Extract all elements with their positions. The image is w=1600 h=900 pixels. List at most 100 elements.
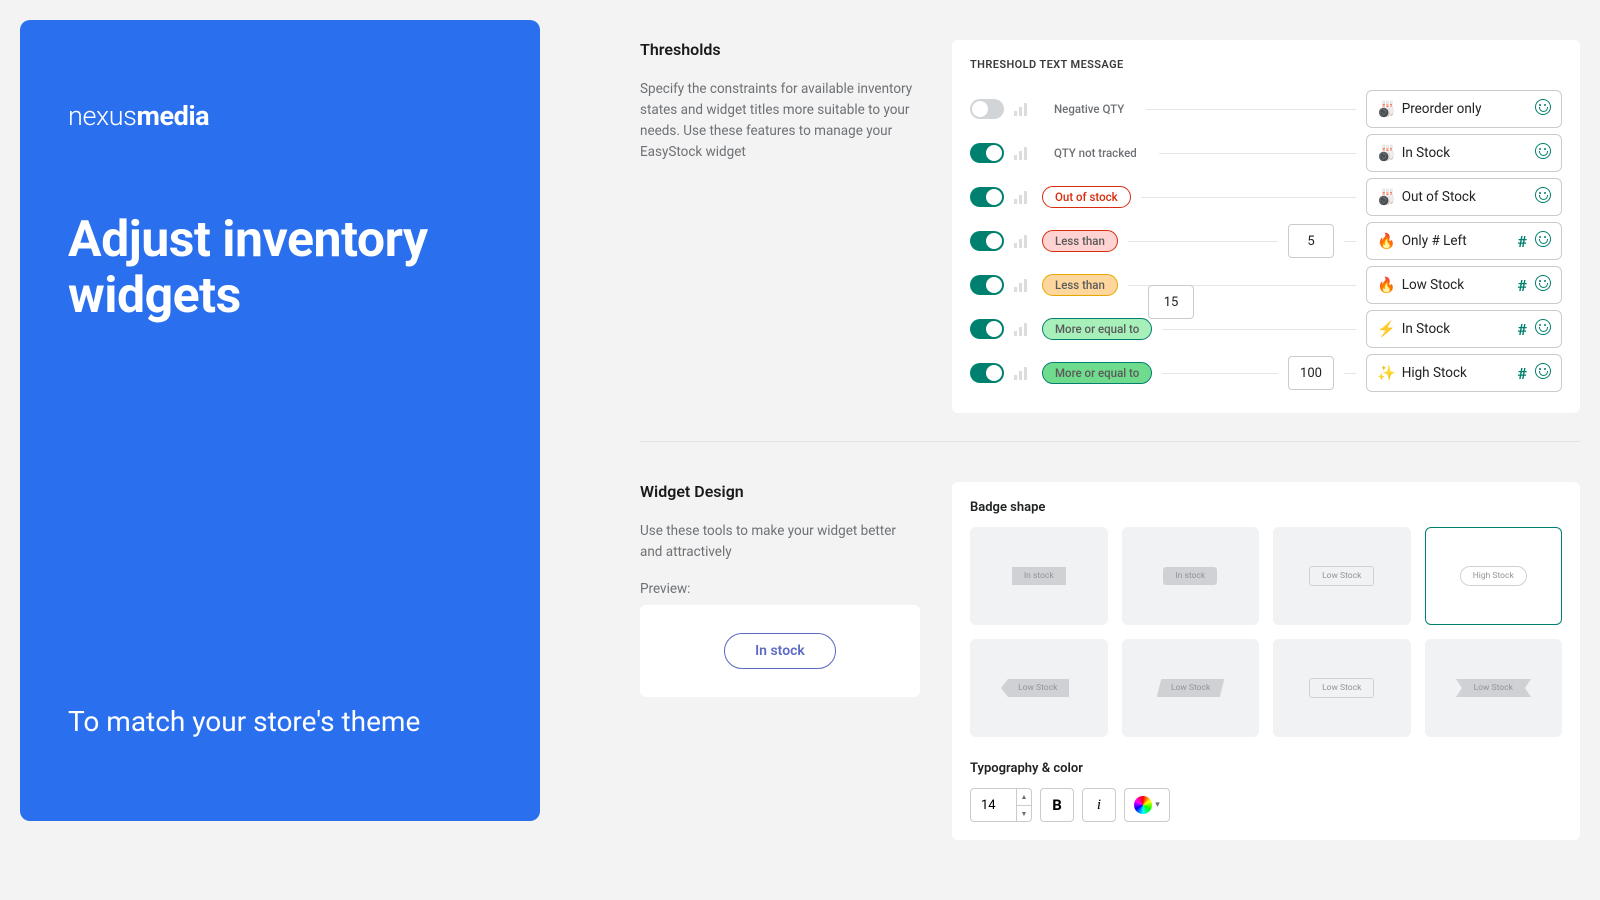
message-emoji-icon: 🎳: [1377, 144, 1396, 162]
design-heading: Widget Design: [640, 482, 920, 501]
message-text: Preorder only: [1402, 101, 1529, 117]
threshold-toggle[interactable]: [970, 231, 1004, 251]
hero-title: Adjust inventory widgets: [68, 212, 492, 324]
bar-chart-icon: [1014, 366, 1032, 380]
badge-shape-option[interactable]: Low Stock: [1273, 527, 1411, 625]
bar-chart-icon: [1014, 146, 1032, 160]
connector-line: [1141, 197, 1356, 198]
badge-shape-option[interactable]: In stock: [970, 527, 1108, 625]
message-input[interactable]: ⚡ In Stock #: [1366, 310, 1562, 348]
message-input[interactable]: 🎳 Out of Stock: [1366, 178, 1562, 216]
threshold-row: Less than5🔥Only # Left#: [970, 219, 1562, 263]
badge-shape-option[interactable]: Low Stock: [1425, 639, 1563, 737]
connector-line: [1159, 153, 1356, 154]
emoji-picker-button[interactable]: [1535, 187, 1551, 207]
preview-box: In stock: [640, 605, 920, 697]
badge-shape-option[interactable]: Low Stock: [1273, 639, 1411, 737]
message-emoji-icon: ⚡: [1377, 320, 1396, 338]
threshold-toggle[interactable]: [970, 319, 1004, 339]
shape-sample: High Stock: [1460, 566, 1527, 586]
condition-tag: Out of stock: [1042, 186, 1131, 208]
hero-panel: nexusmedia Adjust inventory widgets To m…: [20, 20, 540, 821]
message-text: In Stock: [1402, 145, 1529, 161]
thresholds-heading: Thresholds: [640, 40, 920, 59]
condition-tag: More or equal to: [1042, 318, 1152, 340]
message-text: Out of Stock: [1402, 189, 1529, 205]
shape-sample: Low Stock: [1309, 566, 1374, 586]
message-text: In Stock: [1402, 321, 1512, 337]
font-size-up[interactable]: ▲: [1017, 788, 1031, 805]
emoji-picker-button[interactable]: [1535, 275, 1551, 295]
thresholds-card: THRESHOLD TEXT MESSAGE Negative QTY🎳Preo…: [952, 40, 1580, 413]
shape-sample: Low Stock: [1156, 679, 1224, 697]
emoji-picker-button[interactable]: [1535, 231, 1551, 251]
badge-shape-option[interactable]: In stock: [1122, 527, 1260, 625]
color-wheel-icon: [1134, 796, 1152, 814]
threshold-row: Out of stock 🎳 Out of Stock: [970, 175, 1562, 219]
emoji-picker-button[interactable]: [1535, 99, 1551, 119]
condition-tag: Negative QTY: [1042, 99, 1136, 119]
shape-sample: Low Stock: [1008, 679, 1069, 697]
thresholds-desc: Specify the constraints for available in…: [640, 79, 920, 163]
connector-line: [1162, 329, 1356, 330]
connector-line: [1162, 373, 1278, 374]
preview-badge: In stock: [724, 633, 836, 669]
insert-count-button[interactable]: #: [1518, 320, 1527, 339]
threshold-row: Negative QTY 🎳 Preorder only: [970, 87, 1562, 131]
badge-shape-title: Badge shape: [970, 500, 1562, 515]
emoji-picker-button[interactable]: [1535, 363, 1551, 383]
bar-chart-icon: [1014, 190, 1032, 204]
message-text: Only # Left: [1402, 233, 1512, 249]
shape-sample: In stock: [1012, 567, 1066, 585]
message-emoji-icon: ✨: [1377, 364, 1396, 382]
shape-sample: Low Stock: [1309, 678, 1374, 698]
threshold-row: More or equal to ⚡ In Stock #: [970, 307, 1562, 351]
message-input[interactable]: 🔥Only # Left#: [1366, 222, 1562, 260]
bar-chart-icon: [1014, 102, 1032, 116]
badge-shape-option[interactable]: High Stock: [1425, 527, 1563, 625]
typography-title: Typography & color: [970, 761, 1562, 776]
insert-count-button[interactable]: #: [1518, 364, 1527, 383]
threshold-value-input[interactable]: 100: [1288, 356, 1334, 390]
message-text: Low Stock: [1402, 277, 1512, 293]
insert-count-button[interactable]: #: [1518, 276, 1527, 295]
design-card: Badge shape In stock In stock Low Stock Hig…: [952, 482, 1580, 840]
message-input[interactable]: 🔥Low Stock#: [1366, 266, 1562, 304]
threshold-toggle[interactable]: [970, 363, 1004, 383]
design-desc: Use these tools to make your widget bett…: [640, 521, 920, 563]
condition-tag: More or equal to: [1042, 362, 1152, 384]
threshold-value-input[interactable]: 15: [1148, 285, 1194, 319]
bold-button[interactable]: B: [1040, 788, 1074, 822]
font-size-down[interactable]: ▼: [1017, 805, 1031, 822]
condition-tag: Less than: [1042, 230, 1118, 252]
bar-chart-icon: [1014, 234, 1032, 248]
preview-label: Preview:: [640, 581, 920, 597]
italic-button[interactable]: i: [1082, 788, 1116, 822]
emoji-picker-button[interactable]: [1535, 143, 1551, 163]
badge-shape-option[interactable]: Low Stock: [970, 639, 1108, 737]
shape-sample: In stock: [1163, 567, 1217, 585]
threshold-value-input[interactable]: 5: [1288, 224, 1334, 258]
color-picker-button[interactable]: ▾: [1124, 788, 1170, 822]
message-input[interactable]: 🎳 Preorder only: [1366, 90, 1562, 128]
threshold-toggle[interactable]: [970, 99, 1004, 119]
threshold-row: QTY not tracked 🎳 In Stock: [970, 131, 1562, 175]
threshold-toggle[interactable]: [970, 187, 1004, 207]
message-text: High Stock: [1402, 365, 1512, 381]
threshold-row: More or equal to 100 ✨ High Stock #: [970, 351, 1562, 395]
brand-logo: nexusmedia: [68, 100, 492, 132]
threshold-toggle[interactable]: [970, 275, 1004, 295]
font-size-input[interactable]: 14 ▲ ▼: [970, 788, 1032, 822]
emoji-picker-button[interactable]: [1535, 319, 1551, 339]
message-input[interactable]: 🎳 In Stock: [1366, 134, 1562, 172]
connector-line: [1146, 109, 1356, 110]
message-emoji-icon: 🎳: [1377, 188, 1396, 206]
condition-tag: QTY not tracked: [1042, 143, 1149, 163]
badge-shape-option[interactable]: Low Stock: [1122, 639, 1260, 737]
threshold-row: Less than🔥Low Stock#: [970, 263, 1562, 307]
message-input[interactable]: ✨ High Stock #: [1366, 354, 1562, 392]
bar-chart-icon: [1014, 278, 1032, 292]
threshold-toggle[interactable]: [970, 143, 1004, 163]
message-emoji-icon: 🎳: [1377, 100, 1396, 118]
insert-count-button[interactable]: #: [1518, 232, 1527, 251]
